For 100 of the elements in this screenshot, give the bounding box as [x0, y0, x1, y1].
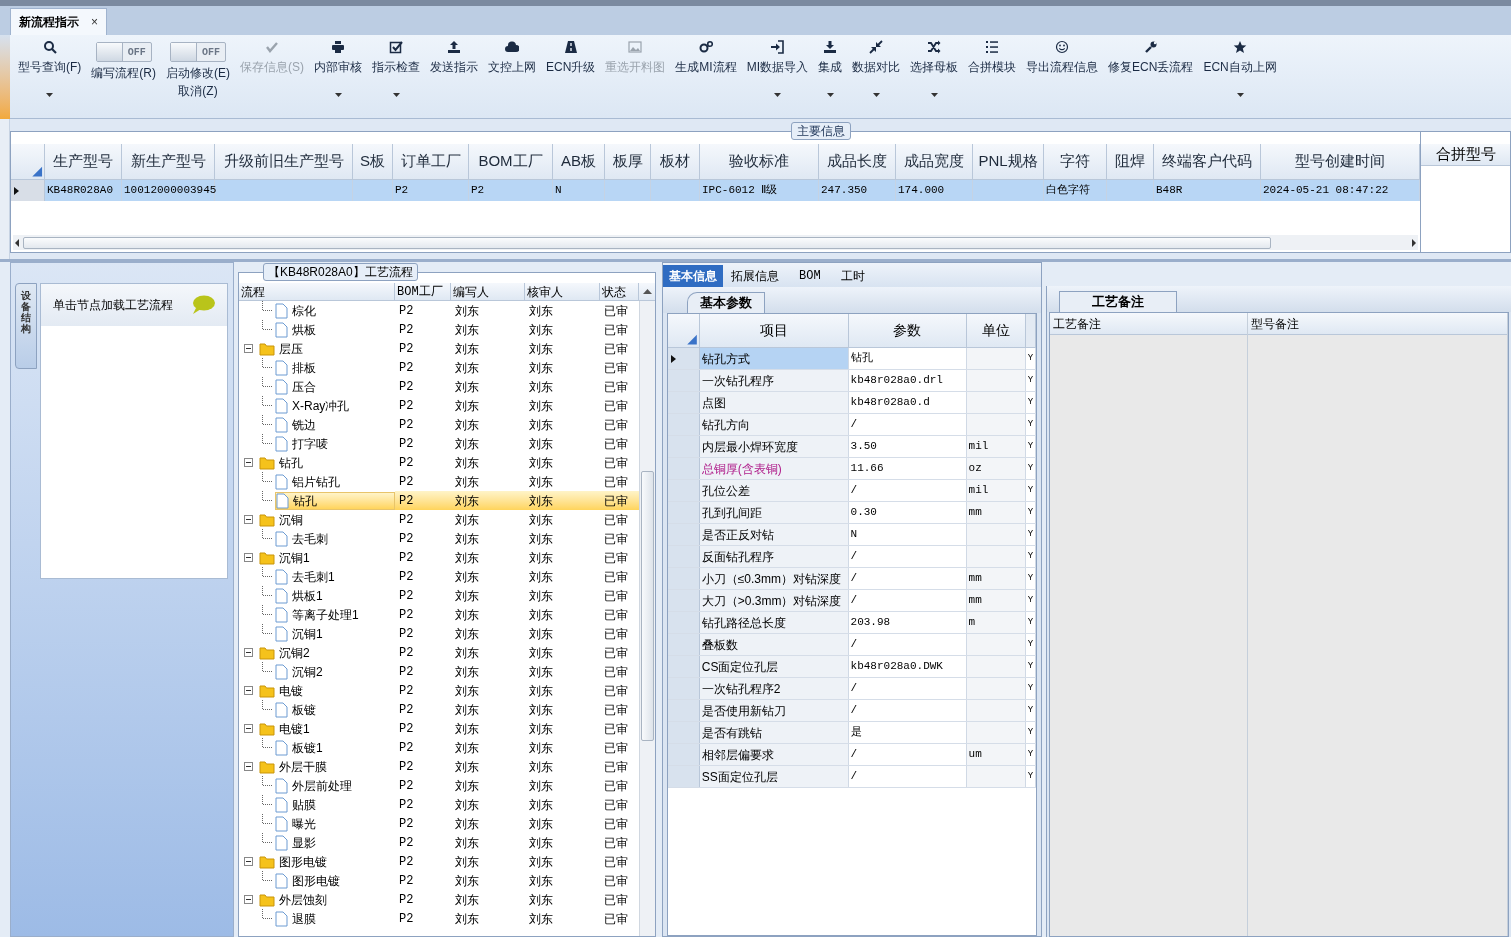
tree-item[interactable]: X-Ray冲孔 — [275, 396, 395, 415]
tree-item[interactable]: 图形电镀 — [259, 852, 395, 871]
collapse-icon[interactable] — [244, 895, 253, 904]
tree-item[interactable]: 沉铜2 — [275, 662, 395, 681]
tree-item[interactable]: 电镀 — [259, 681, 395, 700]
column-header[interactable]: BOM工厂 — [469, 144, 553, 179]
tree-item[interactable]: 沉铜1 — [275, 624, 395, 643]
column-header[interactable]: AB板 — [553, 144, 605, 179]
sub-tab[interactable]: 工艺备注 — [1059, 291, 1177, 312]
tree-item[interactable]: 曝光 — [275, 814, 395, 833]
collapse-icon[interactable] — [244, 553, 253, 562]
toolbar-button[interactable]: OFF 编写流程(R) — [87, 35, 160, 115]
tree-item[interactable]: 显影 — [275, 833, 395, 852]
tree-item[interactable]: 等离子处理1 — [275, 605, 395, 624]
toolbar-button[interactable]: 指示检查 — [368, 35, 424, 115]
column-header[interactable]: 验收标准 — [700, 144, 819, 179]
column-header[interactable] — [1026, 314, 1036, 347]
table-cell[interactable]: 点图 — [699, 392, 849, 413]
toggle-switch[interactable]: OFF — [170, 42, 226, 62]
vertical-scrollbar[interactable] — [639, 301, 655, 936]
tab[interactable]: 拓展信息 — [725, 265, 785, 287]
toolbar-button[interactable]: MI数据导入 — [742, 35, 813, 115]
table-cell[interactable]: 钻孔方向 — [699, 414, 849, 435]
tree-item[interactable]: 板镀 — [275, 700, 395, 719]
column-header[interactable]: 状态 — [600, 283, 639, 300]
toolbar-button[interactable]: 修复ECN丢流程 — [1104, 35, 1198, 115]
table-cell[interactable]: 一次钻孔程序 — [699, 370, 849, 391]
column-header[interactable]: 字符 — [1044, 144, 1107, 179]
collapse-icon[interactable] — [244, 515, 253, 524]
table-cell[interactable]: 钻孔路径总长度 — [699, 612, 849, 633]
row-header[interactable] — [11, 180, 45, 201]
column-header[interactable]: 项目 — [699, 314, 849, 347]
column-header[interactable]: 流程 — [239, 283, 395, 300]
table-cell[interactable]: 是否正反对钻 — [699, 524, 849, 545]
tree-item[interactable]: 铣边 — [275, 415, 395, 434]
collapse-icon[interactable] — [244, 686, 253, 695]
collapse-icon[interactable] — [244, 762, 253, 771]
toolbar-button[interactable]: 生成MI流程 — [671, 35, 741, 115]
column-header[interactable]: 板材 — [651, 144, 700, 179]
tree-item[interactable]: 退膜 — [275, 909, 395, 928]
tree-item[interactable]: 铝片钻孔 — [275, 472, 395, 491]
column-header[interactable]: 型号创建时间 — [1261, 144, 1420, 179]
column-header[interactable]: 成品宽度 — [896, 144, 973, 179]
table-cell[interactable]: 内层最小焊环宽度 — [699, 436, 849, 457]
column-header[interactable]: 阻焊 — [1107, 144, 1154, 179]
tree-item[interactable]: 外层干膜 — [259, 757, 395, 776]
tree-item[interactable]: 去毛刺 — [275, 529, 395, 548]
table-cell[interactable]: CS面定位孔层 — [699, 656, 849, 677]
table-cell[interactable]: 一次钻孔程序2 — [699, 678, 849, 699]
tree-item[interactable]: 打字唛 — [275, 434, 395, 453]
toolbar-button[interactable]: 发送指示 — [426, 35, 482, 115]
toolbar-button[interactable]: 选择母板 — [906, 35, 963, 115]
column-header[interactable]: 新生产型号 — [122, 144, 215, 179]
tree-item[interactable]: 沉铜 — [259, 510, 395, 529]
collapse-icon[interactable] — [244, 458, 253, 467]
toolbar-button[interactable]: 内部审核 — [310, 35, 366, 115]
tab[interactable]: 基本信息 — [663, 265, 723, 287]
close-icon[interactable]: × — [91, 13, 98, 31]
tree-item[interactable]: 电镀1 — [259, 719, 395, 738]
tree-item[interactable]: 钻孔 — [259, 453, 395, 472]
tree-item[interactable]: 外层前处理 — [275, 776, 395, 795]
toolbar-button[interactable]: ECN自动上网 — [1199, 35, 1281, 115]
column-header[interactable]: 终端客户代码 — [1154, 144, 1261, 179]
toolbar-button[interactable]: 导出流程信息 — [1022, 35, 1103, 115]
table-cell[interactable]: 叠板数 — [699, 634, 849, 655]
document-tab[interactable]: 新流程指示 × — [10, 8, 107, 35]
sub-tab[interactable]: 基本参数 — [687, 292, 765, 313]
table-cell[interactable]: 小刀（≤0.3mm）对钻深度 — [699, 568, 849, 589]
collapse-icon[interactable] — [244, 648, 253, 657]
tree-item[interactable]: 烘板1 — [275, 586, 395, 605]
table-cell[interactable]: 大刀（>0.3mm）对钻深度 — [699, 590, 849, 611]
column-header[interactable]: PNL规格 — [973, 144, 1044, 179]
column-header[interactable]: 参数 — [848, 314, 967, 347]
tree-item[interactable]: 沉铜2 — [259, 643, 395, 662]
tree-item[interactable]: 压合 — [275, 377, 395, 396]
tree-item[interactable]: 图形电镀 — [275, 871, 395, 890]
table-cell[interactable]: 孔位公差 — [699, 480, 849, 501]
toggle-switch[interactable]: OFF — [95, 42, 152, 62]
row-header[interactable] — [668, 348, 700, 369]
column-header[interactable]: 合拼型号 — [1421, 144, 1510, 166]
toolbar-button[interactable]: OFF 启动修改(E) 取消(Z) — [162, 35, 234, 115]
toolbar-button[interactable]: 数据对比 — [848, 35, 905, 115]
toolbar-button[interactable]: 集成 — [814, 35, 847, 115]
tab[interactable]: 工时 — [834, 265, 871, 287]
table-cell[interactable]: 是否使用新钻刀 — [699, 700, 849, 721]
column-header[interactable]: 工艺备注 — [1050, 313, 1247, 335]
table-row[interactable]: KB48R028A0 10012000003945 P2 P2 N IPC-6012 Ⅱ级 247.350 174.000 白色字符 B48R 2024-05-21 08:47:22 — [11, 180, 1420, 201]
tree-item[interactable]: 贴膜 — [275, 795, 395, 814]
vertical-tab[interactable]: 设备结构 — [15, 283, 37, 369]
toolbar-button[interactable]: 型号查询(F) — [14, 35, 86, 115]
collapse-icon[interactable] — [244, 857, 253, 866]
collapse-icon[interactable] — [244, 344, 253, 353]
column-header[interactable]: 编写人 — [451, 283, 525, 300]
table-cell[interactable]: 相邻层偏要求 — [699, 744, 849, 765]
column-header[interactable]: 升级前旧生产型号 — [215, 144, 353, 179]
tree-item[interactable]: 外层蚀刻 — [259, 890, 395, 909]
table-cell[interactable]: SS面定位孔层 — [699, 766, 849, 787]
toolbar-button[interactable]: ECN升级 — [542, 35, 600, 115]
collapse-icon[interactable] — [244, 724, 253, 733]
tree-item[interactable]: 去毛刺1 — [275, 567, 395, 586]
